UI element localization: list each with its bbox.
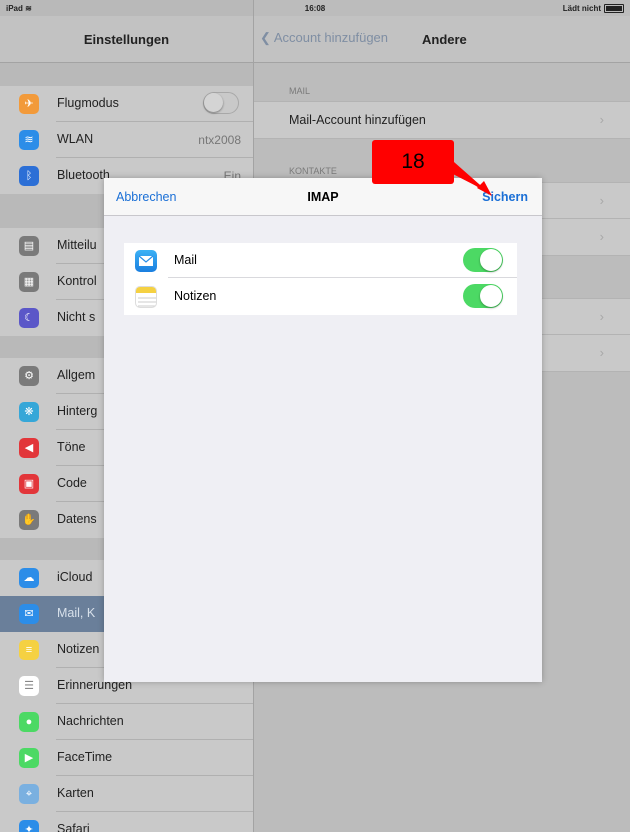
detail-title: Andere (422, 32, 467, 47)
wlan-value: ntx2008 (198, 133, 241, 147)
hand-icon: ✋ (19, 510, 39, 530)
sidebar-item-label: Töne (57, 440, 86, 454)
notes-sync-row: Notizen (124, 279, 517, 314)
battery-text: Lädt nicht (562, 4, 601, 13)
video-camera-icon: ▶ (19, 748, 39, 768)
sidebar-title: Einstellungen (83, 32, 170, 47)
sidebar-item-label: Flugmodus (57, 96, 119, 110)
chevron-right-icon: › (599, 229, 604, 244)
notes-app-icon (135, 286, 157, 308)
control-center-icon: ▦ (19, 272, 39, 292)
chevron-right-icon: › (599, 112, 604, 127)
ipad-screen: Einstellungen ✈ Flugmodus ≋ WLAN ntx2008… (0, 0, 630, 832)
sidebar-header: Einstellungen (0, 16, 253, 63)
sidebar-item-label: Bluetooth (57, 168, 110, 182)
add-mail-account-label: Mail-Account hinzufügen (289, 113, 426, 127)
notes-icon: ≡ (19, 640, 39, 660)
notifications-icon: ▤ (19, 236, 39, 256)
status-time: 16:08 (304, 4, 326, 13)
compass-icon: ✦ (19, 820, 39, 832)
cloud-icon: ☁ (19, 568, 39, 588)
speech-bubble-icon: ● (19, 712, 39, 732)
mail-app-icon (135, 250, 157, 272)
sidebar-item-label: Allgem (57, 368, 96, 382)
sidebar-item-karten[interactable]: ⌖ Karten (0, 776, 253, 812)
wifi-icon: ≋ (19, 130, 39, 150)
sidebar-item-label: Nicht s (57, 310, 96, 324)
battery-status: Lädt nicht (563, 4, 624, 13)
add-mail-account-row[interactable]: Mail-Account hinzufügen › (254, 101, 630, 139)
list-icon: ☰ (19, 676, 39, 696)
chevron-right-icon: › (599, 193, 604, 208)
save-button[interactable]: Sichern (482, 190, 528, 204)
battery-icon (604, 4, 624, 13)
sidebar-item-label: Karten (57, 786, 94, 800)
sidebar-item-safari[interactable]: ✦ Safari (0, 812, 253, 832)
sidebar-item-label: Safari (57, 822, 90, 832)
notes-sync-toggle[interactable] (463, 284, 503, 308)
mail-sync-row: Mail (124, 243, 517, 278)
imap-modal: Abbrechen IMAP Sichern Mail Notizen (104, 178, 542, 682)
sidebar-item-label: Hinterg (57, 404, 98, 418)
status-bar: iPad ≋ 16:08 Lädt nicht (0, 0, 630, 16)
lock-icon: ▣ (19, 474, 39, 494)
sidebar-item-label: Mitteilu (57, 238, 97, 252)
modal-title: IMAP (307, 190, 339, 204)
sidebar-item-label: Kontrol (57, 274, 97, 288)
speaker-icon: ◀ (19, 438, 39, 458)
back-button[interactable]: ❮ Account hinzufügen (260, 30, 388, 46)
chevron-right-icon: › (599, 309, 604, 324)
sidebar-item-label: FaceTime (57, 750, 113, 764)
mail-sync-label: Mail (174, 253, 197, 267)
sync-options-group: Mail Notizen (124, 243, 517, 315)
gear-icon: ⚙ (19, 366, 39, 386)
sidebar-item-label: Datens (57, 512, 97, 526)
sidebar-item-facetime[interactable]: ▶ FaceTime (0, 740, 253, 776)
back-label: Account hinzufügen (273, 30, 389, 45)
section-contacts-header: KONTAKTE (289, 166, 337, 176)
sidebar-item-label: WLAN (57, 132, 94, 146)
map-icon: ⌖ (19, 784, 39, 804)
airplane-icon: ✈ (19, 94, 39, 114)
sidebar-item-label: Code (57, 476, 87, 490)
detail-navbar: ❮ Account hinzufügen Andere (254, 16, 630, 63)
annotation-callout: 18 (372, 140, 454, 184)
flugmodus-toggle[interactable] (203, 92, 239, 114)
sidebar-item-flugmodus[interactable]: ✈ Flugmodus (0, 86, 253, 122)
moon-icon: ☾ (19, 308, 39, 328)
sidebar-item-label: Notizen (57, 642, 100, 656)
notes-sync-label: Notizen (174, 289, 217, 303)
bluetooth-icon: ᛒ (19, 166, 39, 186)
chevron-left-icon: ❮ (260, 30, 271, 45)
wallpaper-icon: ❋ (19, 402, 39, 422)
annotation-number: 18 (401, 150, 425, 173)
chevron-right-icon: › (599, 345, 604, 360)
mail-sync-toggle[interactable] (463, 248, 503, 272)
sidebar-item-label: Nachrichten (57, 714, 124, 728)
sidebar-item-wlan[interactable]: ≋ WLAN ntx2008 (0, 122, 253, 158)
sidebar-item-nachrichten[interactable]: ● Nachrichten (0, 704, 253, 740)
sidebar-item-label: Mail, K (57, 606, 96, 620)
section-mail-header: MAIL (289, 86, 311, 96)
sidebar-item-label: iCloud (57, 570, 93, 584)
envelope-icon: ✉ (19, 604, 39, 624)
modal-navbar: Abbrechen IMAP Sichern (104, 178, 542, 216)
